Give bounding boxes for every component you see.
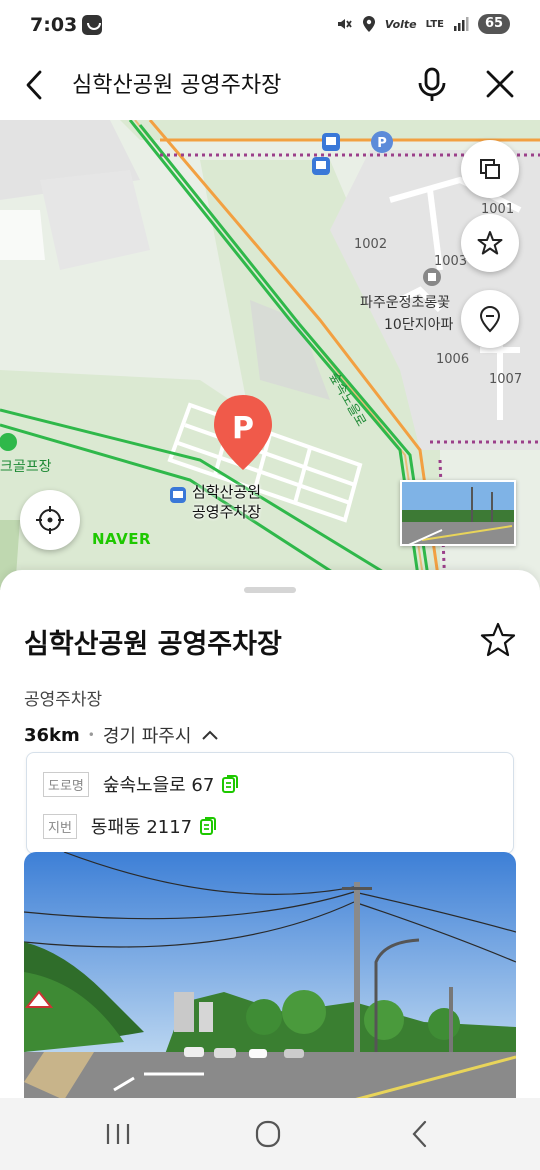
system-nav-bar bbox=[0, 1098, 540, 1170]
sheet-drag-handle[interactable] bbox=[244, 587, 296, 593]
volte-icon: Volte bbox=[384, 17, 417, 31]
nav-back-icon[interactable] bbox=[400, 1118, 440, 1150]
svg-text:P: P bbox=[232, 411, 254, 446]
locate-icon bbox=[36, 506, 64, 534]
place-title: 심학산공원 공영주차장 bbox=[24, 629, 282, 660]
parking-pin-label[interactable]: 심학산공원 공영주차장 bbox=[192, 482, 261, 522]
map-label-apartment-2: 10단지아파 bbox=[384, 317, 454, 333]
street-photo-image bbox=[24, 852, 516, 1100]
layers-button[interactable] bbox=[461, 140, 519, 198]
street-view-thumbnail-image bbox=[402, 482, 514, 544]
map-label-1003: 1003 bbox=[434, 254, 468, 269]
star-icon bbox=[477, 231, 503, 255]
svg-text:P: P bbox=[377, 136, 387, 151]
separator-dot: • bbox=[87, 728, 95, 742]
street-view-thumbnail[interactable] bbox=[400, 480, 516, 546]
map-label-apartment-1: 파주운정초롱꽃 bbox=[360, 295, 451, 311]
street-view-photo[interactable] bbox=[24, 852, 516, 1100]
copy-icon[interactable] bbox=[222, 775, 239, 793]
address-box: 도로명 숲속노을로 67 지번 동패동 2117 bbox=[26, 752, 514, 854]
lot-address-row: 지번 동패동 2117 bbox=[43, 813, 217, 839]
mute-icon bbox=[337, 19, 352, 29]
network-type: LTE bbox=[425, 18, 444, 30]
layers-icon bbox=[480, 159, 500, 179]
map-label-1006: 1006 bbox=[436, 352, 470, 367]
favorite-star-icon[interactable] bbox=[478, 620, 518, 660]
search-input[interactable]: 심학산공원 공영주차장 bbox=[72, 67, 281, 99]
microphone-icon[interactable] bbox=[414, 64, 450, 104]
lot-address-value: 동패동 2117 bbox=[90, 817, 193, 838]
current-location-button[interactable] bbox=[20, 490, 80, 550]
battery-indicator: 65 bbox=[478, 14, 510, 34]
recent-apps-icon[interactable] bbox=[98, 1118, 138, 1150]
status-icons: Volte LTE 65 bbox=[335, 14, 510, 34]
signal-icon bbox=[454, 17, 469, 31]
distance-value: 36km bbox=[24, 724, 80, 746]
notification-app-icon bbox=[82, 15, 102, 35]
lot-address-tag: 지번 bbox=[43, 813, 77, 839]
region-text: 경기 파주시 bbox=[102, 726, 192, 747]
back-arrow-icon[interactable] bbox=[18, 68, 52, 102]
status-time: 7:03 bbox=[30, 14, 78, 36]
pin-outline-icon bbox=[479, 305, 501, 333]
pin-label-line2: 공영주차장 bbox=[192, 503, 262, 521]
pin-label-line1: 심학산공원 bbox=[192, 483, 262, 501]
road-address-row: 도로명 숲속노을로 67 bbox=[43, 771, 239, 797]
naver-logo: NAVER bbox=[92, 530, 152, 548]
road-address-value: 숲속노을로 67 bbox=[102, 775, 215, 796]
copy-icon[interactable] bbox=[200, 817, 217, 835]
chevron-up-icon[interactable] bbox=[201, 729, 219, 741]
map-view[interactable]: P P 1001 1002 1003 파주운정초롱꽃 10단지아파 1006 1… bbox=[0, 120, 540, 590]
home-icon[interactable] bbox=[248, 1118, 288, 1150]
place-detail-sheet: 심학산공원 공영주차장 공영주차장 36km • 경기 파주시 도로명 숲속노을… bbox=[0, 570, 540, 1100]
map-label-1002: 1002 bbox=[354, 237, 388, 252]
save-location-button[interactable] bbox=[461, 290, 519, 348]
location-icon bbox=[362, 16, 375, 32]
map-label-golf: 크골프장 bbox=[0, 459, 52, 475]
place-category: 공영주차장 bbox=[24, 690, 103, 710]
favorite-map-button[interactable] bbox=[461, 214, 519, 272]
close-icon[interactable] bbox=[482, 64, 518, 104]
distance-row[interactable]: 36km • 경기 파주시 bbox=[24, 722, 219, 748]
road-address-tag: 도로명 bbox=[43, 771, 89, 797]
map-label-1007: 1007 bbox=[489, 372, 523, 387]
status-bar: 7:03 Volte LTE 65 bbox=[0, 0, 540, 54]
search-bar: 심학산공원 공영주차장 bbox=[0, 54, 540, 120]
